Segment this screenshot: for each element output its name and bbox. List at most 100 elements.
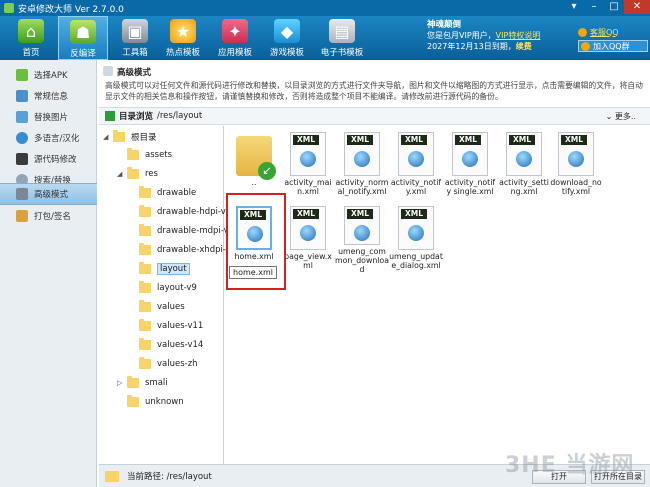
renew-link[interactable]: 续费	[516, 42, 532, 51]
tree-node-drawable-mdpi-v4[interactable]: drawable-mdpi-v4	[139, 222, 234, 240]
globe-icon	[408, 151, 424, 167]
tree-node-label: 根目录	[131, 133, 157, 143]
globe-icon	[568, 151, 584, 167]
folder-icon	[139, 319, 151, 331]
mode-header: 高级模式 高级模式可以对任何文件和源代码进行修改和替换，以目录浏览的方式进行文件…	[99, 62, 650, 104]
current-path: /res/layout	[157, 111, 203, 121]
file-item[interactable]: XML activity_notify.xml	[390, 128, 442, 200]
join-qq-group-button[interactable]: 加入QQ群	[578, 40, 648, 52]
tree-node-res[interactable]: ◢ res	[117, 165, 158, 183]
tree-node-drawable-hdpi-v4[interactable]: drawable-hdpi-v4	[139, 203, 231, 221]
file-name: page_view.xml	[284, 252, 332, 270]
toolbar-decompile[interactable]: ☗ 反编译	[58, 16, 108, 60]
sidebar-item-package-sign[interactable]: 打包/签名	[0, 205, 97, 226]
file-item[interactable]: XML umeng_update_dialog.xml	[389, 202, 443, 274]
maximize-icon[interactable]: □	[604, 0, 624, 14]
tree-node-label: layout	[157, 263, 190, 275]
expand-arrow-icon[interactable]: ▷	[117, 379, 125, 387]
code-icon	[16, 152, 28, 165]
sidebar-item-localization[interactable]: 多语言/汉化	[0, 127, 97, 148]
tree-node-label: values-v14	[157, 340, 204, 350]
file-item[interactable]: XML page_view.xml	[282, 202, 334, 274]
toolbar-label: 应用模板	[217, 48, 252, 58]
toolbar-game-templates[interactable]: ◆ 游戏模板	[262, 16, 312, 60]
more-dropdown[interactable]: ⌄ 更多..	[606, 111, 636, 122]
tree-node-label: smali	[145, 378, 168, 388]
join-qq-label: 加入QQ群	[593, 41, 630, 51]
tree-node-label: drawable-mdpi-v4	[157, 226, 235, 236]
menu-icon[interactable]: ▾	[564, 0, 584, 14]
tree-node-unknown[interactable]: unknown	[127, 393, 184, 411]
xml-tag: XML	[509, 135, 535, 145]
tree-node-label: res	[145, 169, 158, 179]
toolbox-icon: ▣	[122, 19, 148, 43]
tree-node-layout-v9[interactable]: layout-v9	[139, 279, 197, 297]
app-template-icon: ✦	[222, 19, 248, 43]
toolbar-app-templates[interactable]: ✦ 应用模板	[210, 16, 260, 60]
vip-privileges-link[interactable]: VIP特权说明	[496, 31, 541, 40]
tree-node-drawable-xhdpi-v4[interactable]: drawable-xhdpi-v4	[139, 241, 236, 259]
sidebar-item-advanced-mode[interactable]: 高级模式	[0, 183, 97, 205]
close-icon[interactable]: ✕	[624, 0, 650, 14]
sidebar-item-label: 高级模式	[34, 190, 69, 200]
tree-node-values-zh[interactable]: values-zh	[139, 355, 198, 373]
advanced-mode-icon	[103, 66, 113, 76]
tree-node-smali[interactable]: ▷ smali	[117, 374, 168, 392]
tree-node-label: drawable-xhdpi-v4	[157, 245, 237, 255]
file-item[interactable]: XML activity_main.xml	[282, 128, 334, 200]
file-name: activity_main.xml	[284, 178, 332, 196]
tools-icon	[16, 188, 28, 200]
toolbar-ebook-templates[interactable]: ▤ 电子书模板	[314, 16, 370, 60]
file-item[interactable]: XML activity_normal_notify.xml	[335, 128, 389, 200]
file-item[interactable]: XML activity_setting.xml	[498, 128, 550, 200]
sidebar-item-general-info[interactable]: 常规信息	[0, 85, 97, 106]
tree-node-layout[interactable]: layout	[139, 260, 190, 278]
tree-node-assets[interactable]: assets	[127, 146, 172, 164]
qq-icon	[581, 41, 590, 51]
toolbar-home[interactable]: ⌂ 首页	[6, 16, 56, 60]
sidebar-item-replace-images[interactable]: 替换图片	[0, 106, 97, 127]
collapse-arrow-icon[interactable]: ◢	[117, 170, 125, 178]
folder-icon	[139, 262, 151, 274]
folder-icon	[139, 205, 151, 217]
image-icon	[16, 110, 28, 123]
app-icon	[4, 3, 14, 13]
xml-file-icon: XML	[506, 132, 542, 176]
file-grid: ↙ .. XML activity_main.xml XML activity_…	[226, 126, 650, 464]
xml-tag: XML	[455, 135, 481, 145]
folder-icon	[139, 281, 151, 293]
xml-tag: XML	[401, 209, 427, 219]
folder-icon	[139, 224, 151, 236]
sidebar-item-select-apk[interactable]: 选择APK	[0, 64, 97, 85]
tree-node-values-v14[interactable]: values-v14	[139, 336, 203, 354]
ebook-template-icon: ▤	[329, 19, 355, 43]
tree-node-values[interactable]: values	[139, 298, 185, 316]
xml-file-icon: XML	[290, 132, 326, 176]
package-icon	[16, 209, 28, 222]
more-label: 更多..	[614, 111, 636, 121]
folder-icon	[139, 243, 151, 255]
file-item[interactable]: XML activity_notify single.xml	[444, 128, 496, 200]
file-item[interactable]: XML umeng_common_download	[335, 202, 389, 274]
minimize-icon[interactable]: –	[584, 0, 604, 14]
toolbar-hot-templates[interactable]: ★ 热点模板	[158, 16, 208, 60]
globe-icon	[16, 131, 28, 144]
folder-icon	[127, 376, 139, 388]
collapse-arrow-icon[interactable]: ◢	[103, 133, 111, 141]
sidebar-item-label: 选择APK	[34, 70, 68, 81]
vip-status-text: 您是包月VIP用户，	[427, 31, 496, 40]
toolbar-toolbox[interactable]: ▣ 工具箱	[110, 16, 160, 60]
file-parent-folder[interactable]: ↙ ..	[228, 128, 280, 200]
mode-description: 高级模式可以对任何文件和源代码进行修改和替换，以目录浏览的方式进行文件夹导航，图…	[105, 81, 643, 101]
tree-node-root[interactable]: ◢ 根目录	[103, 128, 157, 146]
sidebar-item-label: 打包/签名	[34, 211, 71, 222]
file-name: activity_setting.xml	[499, 178, 549, 196]
parent-folder-icon: ↙	[236, 136, 276, 180]
tree-node-values-v11[interactable]: values-v11	[139, 317, 203, 335]
service-qq-button[interactable]: 客服QQ	[578, 26, 648, 38]
sidebar-item-source-edit[interactable]: 源代码修改	[0, 148, 97, 169]
tree-node-drawable[interactable]: drawable	[139, 184, 196, 202]
tree-node-label: values-v11	[157, 321, 204, 331]
file-item[interactable]: XML download_notify.xml	[550, 128, 602, 200]
toolbar-label: 热点模板	[165, 48, 200, 58]
